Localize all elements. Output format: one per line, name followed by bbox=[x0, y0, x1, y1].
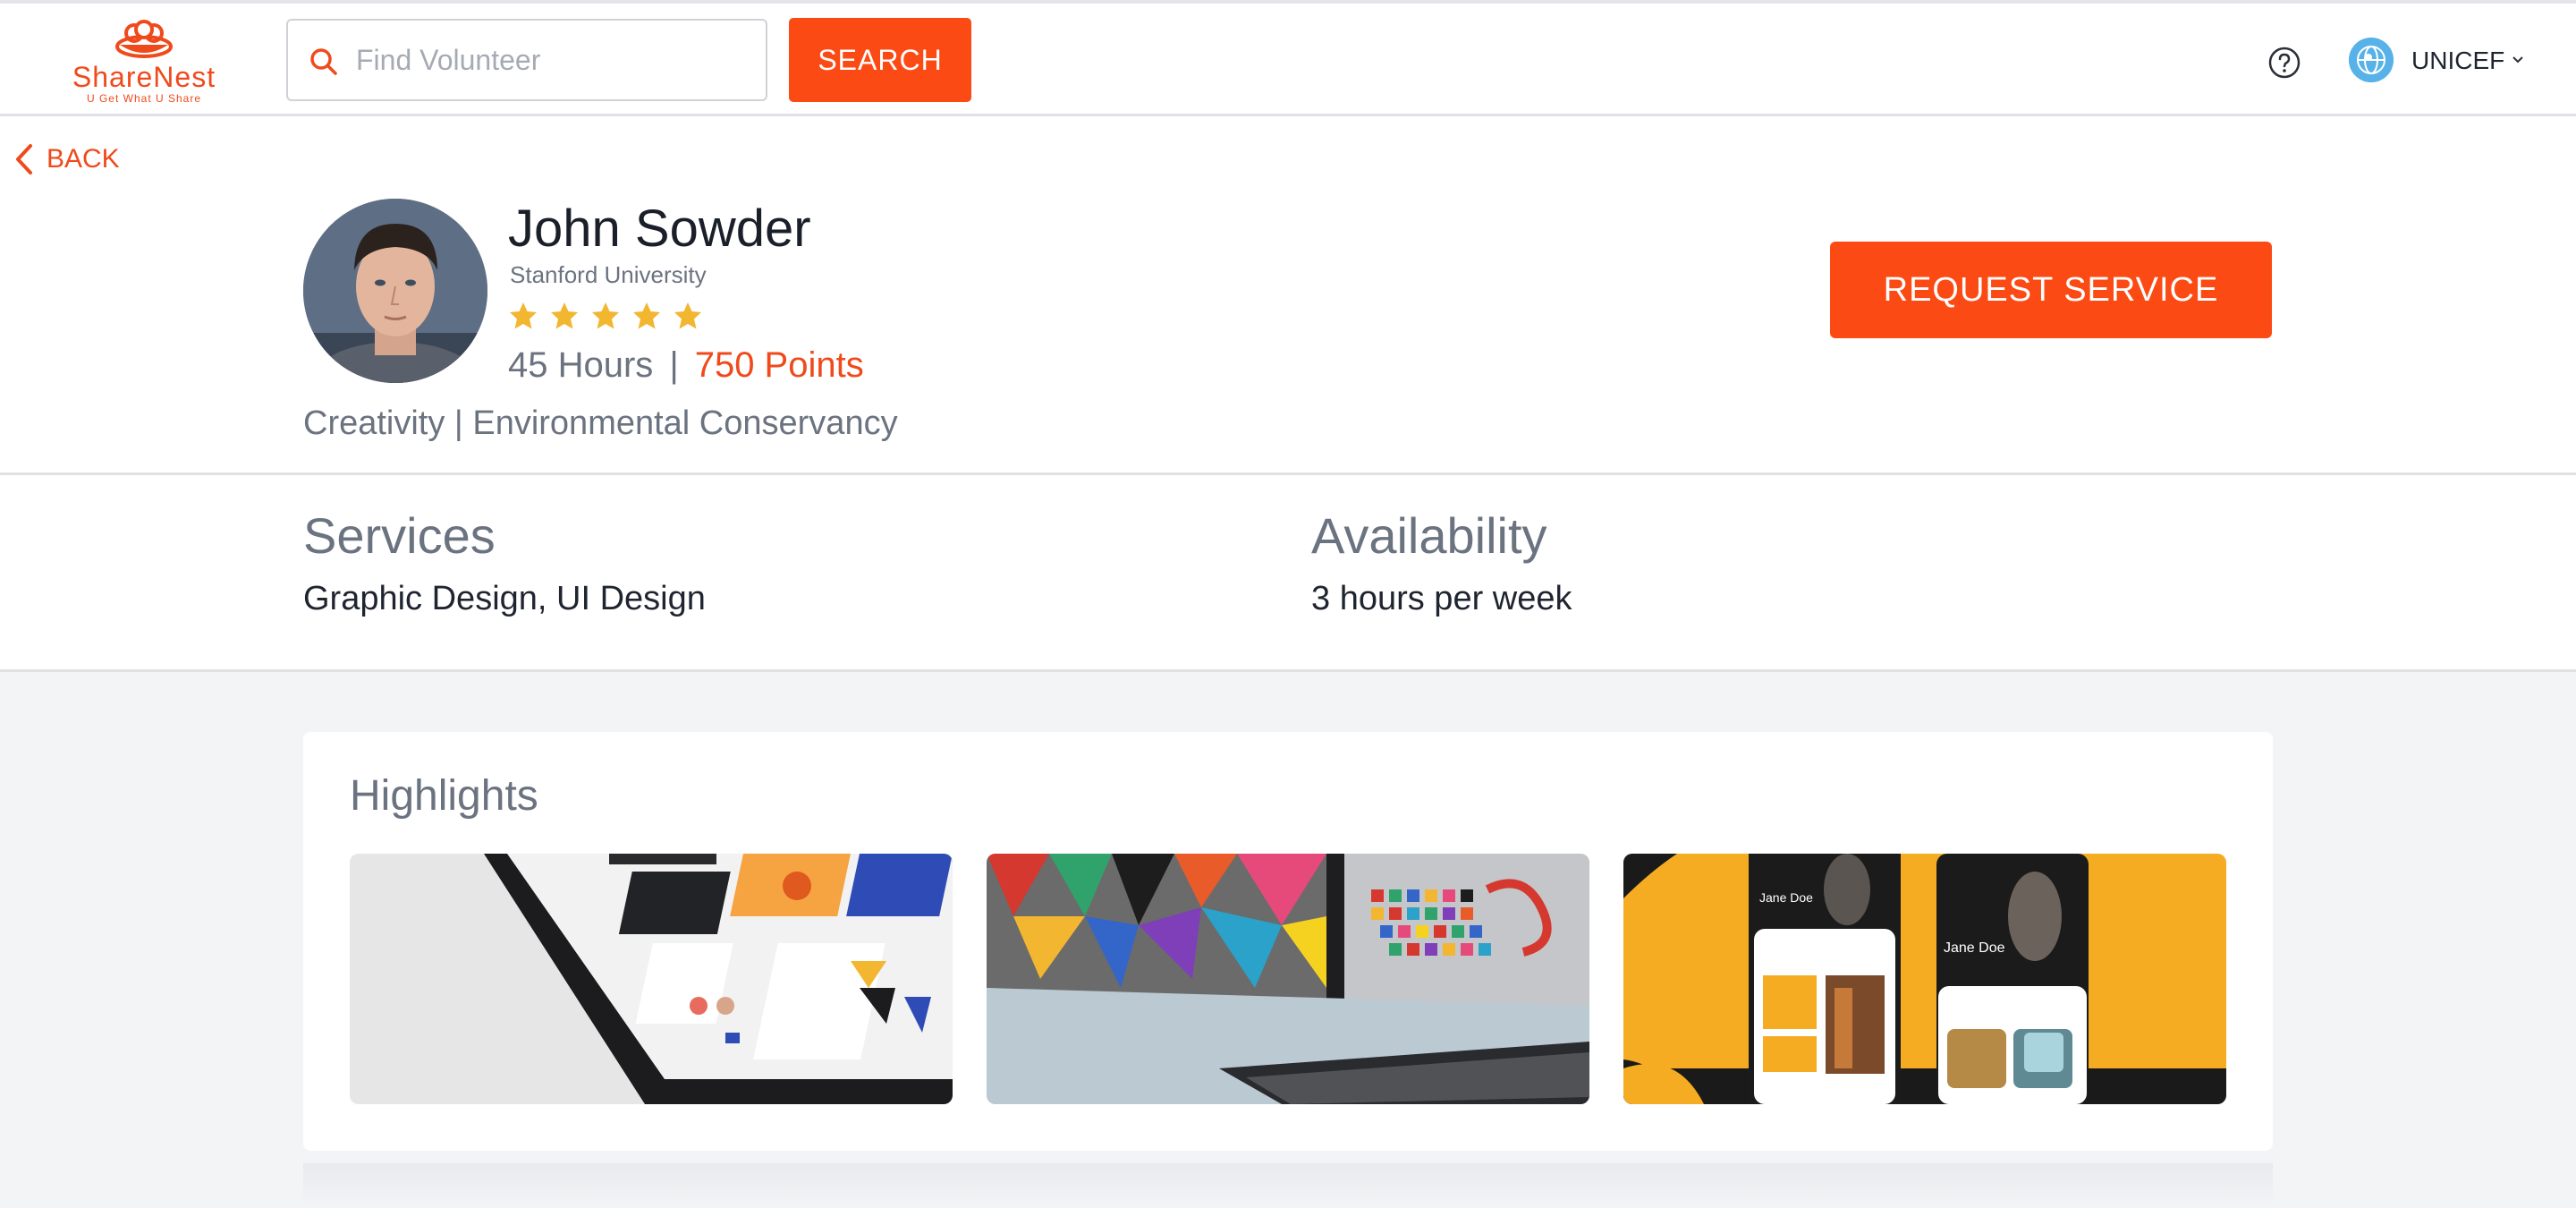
laptop-pattern-image bbox=[987, 854, 1589, 1104]
star-icon bbox=[674, 302, 701, 329]
star-icon bbox=[510, 302, 537, 329]
mobile-app-image: Jane Doe Jane Doe bbox=[1623, 854, 2226, 1104]
volunteer-name: John Sowder bbox=[508, 200, 811, 258]
search-button[interactable]: SEARCH bbox=[789, 18, 971, 102]
org-name[interactable]: UNICEF bbox=[2411, 47, 2504, 75]
back-label: BACK bbox=[47, 144, 120, 174]
jane-doe-label-1: Jane Doe bbox=[1759, 890, 1813, 905]
volunteer-university: Stanford University bbox=[510, 261, 707, 288]
rating-stars bbox=[508, 301, 703, 331]
unicef-logo-icon bbox=[2349, 38, 2394, 82]
search-icon bbox=[310, 48, 337, 75]
availability-value: 3 hours per week bbox=[1311, 580, 1572, 617]
services-title: Services bbox=[303, 507, 496, 564]
highlight-image-1[interactable] bbox=[350, 854, 953, 1104]
jane-doe-label-2: Jane Doe bbox=[1944, 940, 2005, 956]
sharenest-logo[interactable]: ShareNest U Get What U Share bbox=[68, 20, 220, 109]
chevron-left-icon bbox=[16, 144, 32, 174]
highlight-image-3[interactable]: Jane Doe Jane Doe bbox=[1623, 854, 2226, 1104]
volunteer-stats: 45 Hours | 750 Points bbox=[508, 345, 864, 386]
volunteer-points: 750 Points bbox=[694, 345, 864, 385]
chevron-down-icon[interactable] bbox=[2510, 54, 2526, 66]
highlights-title: Highlights bbox=[350, 772, 538, 820]
nest-logo-icon bbox=[115, 20, 173, 58]
logo-name: ShareNest bbox=[72, 61, 216, 93]
search-input[interactable] bbox=[356, 35, 750, 85]
help-icon[interactable] bbox=[2267, 45, 2302, 81]
request-service-button[interactable]: REQUEST SERVICE bbox=[1830, 242, 2272, 338]
unicef-avatar[interactable] bbox=[2349, 38, 2394, 82]
stats-separator: | bbox=[669, 345, 679, 385]
volunteer-interests: Creativity | Environmental Conservancy bbox=[303, 404, 898, 442]
star-icon bbox=[551, 302, 578, 329]
card-shadow bbox=[303, 1163, 2273, 1208]
star-icon bbox=[592, 302, 619, 329]
section-divider bbox=[0, 472, 2576, 475]
tablet-design-image bbox=[350, 854, 953, 1104]
volunteer-hours: 45 Hours bbox=[508, 345, 654, 385]
back-link[interactable]: BACK bbox=[13, 141, 120, 177]
highlight-image-2[interactable] bbox=[987, 854, 1589, 1104]
availability-title: Availability bbox=[1311, 507, 1547, 564]
logo-tagline: U Get What U Share bbox=[86, 92, 202, 105]
portrait-image bbox=[303, 199, 487, 383]
highlights-card: Highlights Jane Doe Jane Doe bbox=[303, 732, 2273, 1151]
volunteer-avatar bbox=[303, 199, 487, 383]
app-header: ShareNest U Get What U Share SEARCH UNIC… bbox=[0, 4, 2576, 116]
services-value: Graphic Design, UI Design bbox=[303, 580, 706, 617]
search-box bbox=[286, 19, 767, 101]
star-icon bbox=[633, 302, 660, 329]
